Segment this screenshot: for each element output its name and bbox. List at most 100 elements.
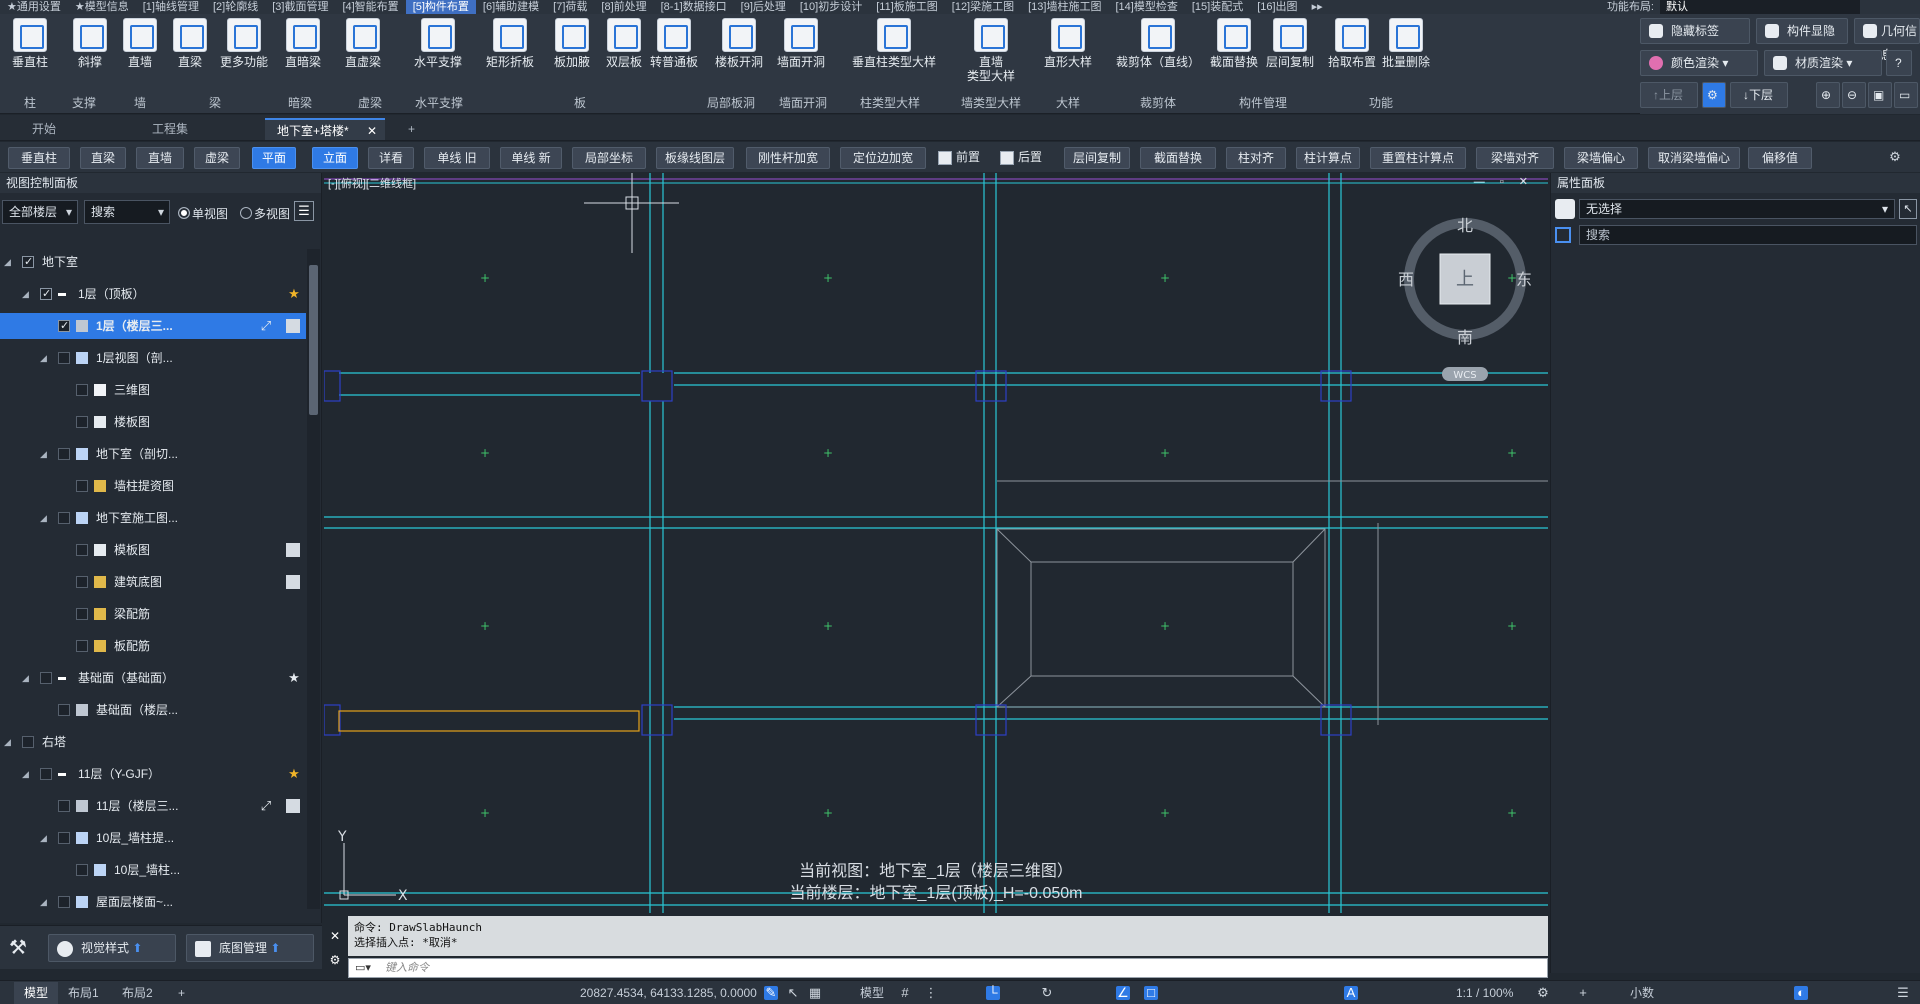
tree-checkbox[interactable] xyxy=(58,896,70,908)
settings-gear-icon[interactable]: ⚙ xyxy=(1888,150,1902,164)
units-select[interactable]: 小数 xyxy=(1620,982,1690,1004)
floor-select[interactable]: 全部楼层 xyxy=(2,200,78,224)
menu-tab[interactable]: [10]初步设计 xyxy=(793,0,869,14)
menu-tab[interactable]: [8-1]数据接口 xyxy=(654,0,734,14)
tree-node[interactable]: 墙柱提资图 xyxy=(0,473,306,499)
toolbar-button[interactable]: 定位边加宽 xyxy=(840,147,926,169)
viewport-title[interactable]: [-][俯视][二维线框] xyxy=(328,175,416,191)
ribbon-button[interactable]: 直暗梁 xyxy=(280,18,326,69)
ribbon-button[interactable]: 楼板开洞 xyxy=(710,18,768,69)
tree-checkbox[interactable] xyxy=(76,384,88,396)
tree-node[interactable]: 模板图 xyxy=(0,537,306,563)
function-layout-select[interactable]: 默认 xyxy=(1660,0,1860,14)
ribbon-button[interactable]: 批量删除 xyxy=(1378,18,1434,69)
tree-scroll-thumb[interactable] xyxy=(309,265,318,415)
tree-checkbox[interactable] xyxy=(22,736,34,748)
expand-arrow-icon[interactable]: ◢ xyxy=(40,825,50,851)
ribbon-button[interactable]: 墙面开洞 xyxy=(772,18,830,69)
tree-node[interactable]: ◢ 1层（顶板） ★ xyxy=(0,281,306,307)
annotation-icon[interactable]: A xyxy=(1344,986,1358,1000)
menu-icon[interactable]: ☰ xyxy=(1896,986,1910,1000)
help-button[interactable]: ? xyxy=(1886,50,1912,76)
tree-node[interactable]: 基础面（楼层... xyxy=(0,697,306,723)
tree-node[interactable]: 板配筋 xyxy=(0,633,306,659)
expand-arrow-icon[interactable]: ◢ xyxy=(4,729,14,755)
toolbar-button[interactable]: 取消梁墙偏心 xyxy=(1648,147,1740,169)
tree-node[interactable]: ◢ 10层_墙柱提... xyxy=(0,825,306,851)
tree-checkbox[interactable] xyxy=(76,640,88,652)
toolbar-button[interactable]: 柱对齐 xyxy=(1226,147,1286,169)
tree-checkbox[interactable] xyxy=(22,249,34,275)
zoom-in-icon[interactable]: ⊕ xyxy=(1816,82,1840,108)
drawing-viewport[interactable]: + + + + + + + + + + + + + + + + Y X 上 北 南 西 东 WCS [-][俯… xyxy=(324,173,1548,913)
toolbar-button[interactable]: 重置柱计算点 xyxy=(1370,147,1466,169)
gear-icon[interactable]: ⚙ xyxy=(1536,986,1550,1000)
ribbon-button[interactable]: 矩形折板 xyxy=(480,18,540,69)
toolbar-button[interactable]: 截面替换 xyxy=(1140,147,1216,169)
tree-checkbox[interactable] xyxy=(58,313,70,339)
toolbar-button[interactable]: 偏移值 xyxy=(1748,147,1812,169)
polar-icon[interactable]: ↻ xyxy=(1040,986,1054,1000)
tree-node[interactable]: ◢ 11层（Y-GJF） ★ xyxy=(0,761,306,787)
color-render-dropdown[interactable]: 颜色渲染 ▾ xyxy=(1640,50,1758,76)
ribbon-button[interactable]: 垂直柱类型大样 xyxy=(838,18,950,69)
tree-checkbox[interactable] xyxy=(58,800,70,812)
menu-tab[interactable]: [8]前处理 xyxy=(594,0,653,14)
favorite-star-icon[interactable]: ★ xyxy=(286,767,302,781)
toolbar-button[interactable]: 立面 xyxy=(312,147,358,169)
menu-tab[interactable]: [9]后处理 xyxy=(734,0,793,14)
menu-tab[interactable]: [11]板施工图 xyxy=(869,0,945,14)
tab-current-document[interactable]: 地下室+塔楼* ✕ xyxy=(265,118,385,140)
add-layout-button[interactable]: + xyxy=(168,982,195,1004)
toolbar-button[interactable]: 层间复制 xyxy=(1064,147,1130,169)
toolbar-button[interactable]: 单线 旧 xyxy=(424,147,490,169)
ribbon-button[interactable]: 更多功能 xyxy=(216,18,272,69)
command-side-controls[interactable]: ✕ ⚙ xyxy=(326,924,344,972)
component-visibility-button[interactable]: 构件显隐 xyxy=(1756,18,1848,44)
command-input[interactable]: 键入命令 xyxy=(348,958,1548,978)
ribbon-button[interactable]: 直梁 xyxy=(170,18,210,69)
tree-checkbox[interactable] xyxy=(76,864,88,876)
expand-arrow-icon[interactable]: ◢ xyxy=(22,665,32,691)
tree-node[interactable]: 10层_墙柱... xyxy=(0,857,306,883)
toolbar-button[interactable]: 前置 xyxy=(936,147,986,169)
menu-tab[interactable]: [14]模型检查 xyxy=(1108,0,1184,14)
ribbon-button[interactable]: 拾取布置 xyxy=(1326,18,1378,69)
multi-view-radio[interactable]: 多视图 xyxy=(240,205,290,222)
underlay-manager-button[interactable]: 底图管理 ⬆ xyxy=(186,934,314,962)
menu-tab[interactable]: [2]轮廓线 xyxy=(206,0,265,14)
window-icon[interactable]: ▭ xyxy=(1894,82,1918,108)
tab-layout1[interactable]: 布局1 xyxy=(58,982,109,1004)
ribbon-button[interactable]: 转普通板 xyxy=(648,18,700,69)
ribbon-button[interactable]: 直形大样 xyxy=(1036,18,1100,69)
tree-checkbox[interactable] xyxy=(40,672,52,684)
function-layout[interactable]: 功能布局: 默认 xyxy=(1607,0,1860,14)
toolbar-button[interactable]: 后置 xyxy=(998,147,1048,169)
menu-tab[interactable]: ★模型信息 xyxy=(68,0,136,14)
menu-tab[interactable]: [12]梁施工图 xyxy=(945,0,1021,14)
tab-start[interactable]: 开始 xyxy=(20,118,68,140)
toolbar-button[interactable]: 平面 xyxy=(252,147,296,169)
tree-checkbox[interactable] xyxy=(58,448,70,460)
tree-node[interactable]: ◢ 地下室施工图... xyxy=(0,505,306,531)
otrack-icon[interactable]: □ xyxy=(1144,986,1158,1000)
tree-node[interactable]: ◢ 1层视图（剖... xyxy=(0,345,306,371)
model-space-label[interactable]: 模型 xyxy=(850,982,894,1004)
menu-tab[interactable]: [1]轴线管理 xyxy=(136,0,206,14)
up-floor-button[interactable]: ↑上层 xyxy=(1640,82,1698,108)
property-search-input[interactable]: 搜索 xyxy=(1579,225,1917,245)
tools-icon[interactable]: ⚒ xyxy=(4,934,32,962)
zoom-out-icon[interactable]: ⊖ xyxy=(1842,82,1866,108)
menu-tab[interactable]: [4]智能布置 xyxy=(335,0,405,14)
zoom-extent-icon[interactable]: ▣ xyxy=(1868,82,1892,108)
ribbon-button[interactable]: 裁剪体（直线） xyxy=(1108,18,1208,69)
ribbon-button[interactable]: 斜撑 xyxy=(70,18,110,69)
tree-node[interactable]: ◢ 基础面（基础面） ★ xyxy=(0,665,306,691)
tree-checkbox[interactable] xyxy=(58,352,70,364)
snap-icon[interactable]: ✎ xyxy=(764,986,778,1000)
tree-search-select[interactable]: 搜索 xyxy=(84,200,170,224)
tree-checkbox[interactable] xyxy=(76,544,88,556)
tree-node[interactable]: 1层（楼层三... ⤢ xyxy=(0,313,306,339)
cad-drawing[interactable]: ++++++++++++++++ Y X 上 北 南 西 东 WCS xyxy=(324,173,1548,913)
menu-tab[interactable]: [16]出图 xyxy=(1250,0,1304,14)
